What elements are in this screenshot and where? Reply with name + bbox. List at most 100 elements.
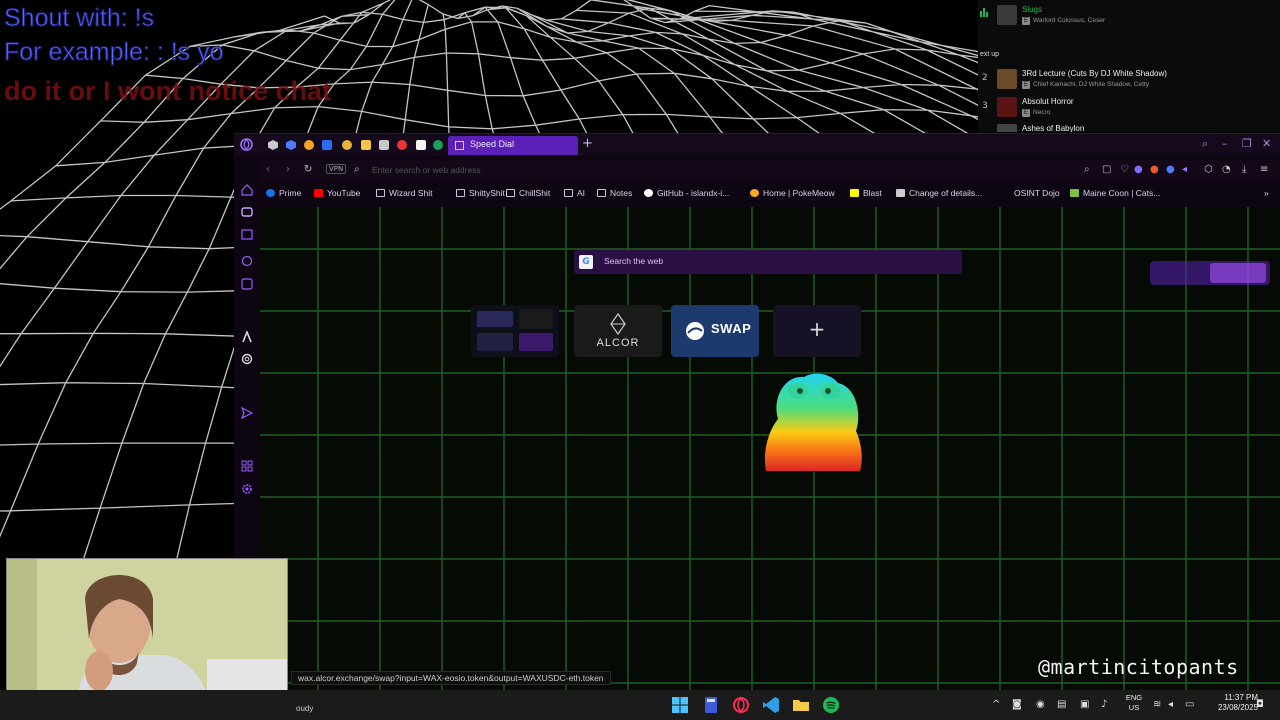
history-icon[interactable] xyxy=(241,255,253,267)
tray-app-icon[interactable]: ◉ xyxy=(1036,699,1045,710)
bookmark-label: Maine Coon | Cats... xyxy=(1083,188,1161,198)
battery-icon[interactable]: ▭ xyxy=(1185,699,1194,710)
speed-dial-tile-wallets[interactable] xyxy=(471,305,559,357)
notification-bell-icon[interactable]: ◘ xyxy=(1256,699,1264,710)
tab-speed-dial[interactable]: Speed Dial xyxy=(448,136,578,155)
bookmarks-bar: Prime YouTube Wizard Shit ShittyShit ChillSh… xyxy=(260,185,1280,203)
bookmark-item[interactable]: OSINT Dojo xyxy=(1014,188,1060,198)
home-icon[interactable] xyxy=(241,184,253,196)
opera-logo-icon[interactable] xyxy=(240,138,253,151)
maine-coon-icon xyxy=(1070,189,1079,197)
tray-overflow-chevron-icon[interactable]: ^ xyxy=(992,699,1000,710)
web-search-box[interactable]: G Search the web xyxy=(574,250,962,274)
extension-shield-icon[interactable]: ● xyxy=(1166,164,1175,175)
extension-metamask-icon[interactable]: ● xyxy=(1150,164,1159,175)
bookmarks-overflow-icon[interactable]: » xyxy=(1264,188,1269,198)
add-icon: + xyxy=(808,317,826,341)
queue-item[interactable]: Ashes of Babylon xyxy=(978,122,1280,132)
microphone-icon[interactable]: ♪ xyxy=(1101,699,1107,710)
tab-favicon-white-icon[interactable] xyxy=(416,140,426,150)
tab-favicon-yellow-icon[interactable] xyxy=(361,140,371,150)
tab-favicon-red-icon[interactable] xyxy=(397,140,407,150)
bookmark-item[interactable]: Blast xyxy=(850,188,882,198)
tab-favicon-pokemeow-icon[interactable] xyxy=(304,140,314,150)
windows-start-icon[interactable] xyxy=(671,696,689,714)
aria-icon[interactable] xyxy=(241,331,253,343)
queue-now-playing[interactable]: Slugs Warlord Colossus, Ceser xyxy=(978,3,1280,31)
bookmark-item[interactable]: ShittyShit xyxy=(456,188,505,198)
speed-dial-tile-alcor[interactable]: ALCOR xyxy=(574,305,662,357)
zoom-icon[interactable]: ⌕ xyxy=(1084,164,1090,175)
bookmark-label: ShittyShit xyxy=(469,188,505,198)
music-queue-panel: Slugs Warlord Colossus, Ceser ext up 2 3… xyxy=(978,0,1280,132)
spotify-icon[interactable] xyxy=(822,696,840,714)
bookmark-item[interactable]: YouTube xyxy=(314,188,360,198)
alcor-logo-icon xyxy=(610,313,626,335)
calculator-icon[interactable] xyxy=(702,696,720,714)
system-clock[interactable]: 11:37 PM 23/08/2025 xyxy=(1200,693,1258,713)
send-icon[interactable] xyxy=(241,407,253,419)
bookmark-item[interactable]: Change of details... xyxy=(896,188,982,198)
vscode-icon[interactable] xyxy=(762,696,780,714)
queue-item[interactable]: 3 Absolut Horror Necro xyxy=(978,95,1280,123)
chatgpt-icon[interactable] xyxy=(241,353,253,365)
bookmark-item[interactable]: Notes xyxy=(597,188,632,198)
extensions-puzzle-icon[interactable]: ⬡ xyxy=(1204,164,1213,175)
back-icon[interactable]: ‹ xyxy=(266,164,270,175)
wifi-icon[interactable]: ≋ xyxy=(1153,699,1161,710)
maximize-icon[interactable]: ❐ xyxy=(1242,137,1252,150)
new-tab-button[interactable]: + xyxy=(582,136,593,151)
bookmark-item[interactable]: Prime xyxy=(266,188,301,198)
bookmark-item[interactable]: GitHub - islandx-i... xyxy=(644,188,729,198)
bookmark-item[interactable]: Maine Coon | Cats... xyxy=(1070,188,1160,198)
minimize-icon[interactable]: – xyxy=(1222,137,1228,150)
bookmark-item[interactable]: Wizard Shit xyxy=(376,188,432,198)
tray-display-icon[interactable]: ▣ xyxy=(1080,699,1089,710)
snapshot-icon[interactable]: ▢ xyxy=(1102,164,1111,175)
extension-icon[interactable]: ● xyxy=(1134,164,1143,175)
bookmark-label: GitHub - islandx-i... xyxy=(657,188,730,198)
file-explorer-icon[interactable] xyxy=(792,696,810,714)
tab-favicon-green-icon[interactable] xyxy=(433,140,443,150)
profile-icon[interactable]: ◔ xyxy=(1222,164,1231,175)
tab-favicon-page-icon[interactable] xyxy=(379,140,389,150)
apps-grid-icon[interactable] xyxy=(241,460,253,472)
settings-gear-icon[interactable] xyxy=(241,483,253,495)
bookmark-item[interactable]: ChillShit xyxy=(506,188,550,198)
tray-discord-icon[interactable]: ◙ xyxy=(1012,699,1022,710)
album-art xyxy=(997,124,1017,132)
search-tabs-icon[interactable]: ⌕ xyxy=(1202,137,1208,151)
speaker-icon[interactable]: ◂ xyxy=(1182,164,1187,175)
close-icon[interactable]: ✕ xyxy=(1262,137,1271,150)
forward-icon[interactable]: › xyxy=(286,164,290,175)
tab-label: Speed Dial xyxy=(470,139,515,149)
tab-favicon-gold-icon[interactable] xyxy=(342,140,352,150)
tab-favicon-blue-icon[interactable] xyxy=(322,140,332,150)
track-title: Slugs xyxy=(1022,5,1043,14)
bookmark-item[interactable]: AI xyxy=(564,188,585,198)
download-icon[interactable]: ⤓ xyxy=(1242,164,1246,175)
bookmark-item[interactable]: Home | PokeMeow xyxy=(750,188,835,198)
gx-corner-icon[interactable] xyxy=(241,206,253,218)
vpn-badge[interactable]: VPN xyxy=(326,164,347,174)
speed-dial-add-button[interactable]: + xyxy=(773,305,861,357)
queue-item[interactable]: 2 3Rd Lecture (Cuts By DJ White Shadow) … xyxy=(978,67,1280,95)
volume-icon[interactable]: ◂ xyxy=(1168,699,1173,710)
language-indicator[interactable]: ENG US xyxy=(1122,693,1146,713)
youtube-icon xyxy=(314,189,323,197)
tab-favicon-cube-icon[interactable] xyxy=(268,140,278,150)
folder-icon xyxy=(376,189,385,197)
bookmark-icon[interactable]: ♡ xyxy=(1120,164,1129,175)
menu-icon[interactable]: ≡ xyxy=(1260,164,1268,175)
tray-app2-icon[interactable]: ▤ xyxy=(1057,699,1066,710)
speed-dial-tile-swap[interactable]: SWAP xyxy=(671,305,759,357)
address-input[interactable]: ⌕ Enter search or web address xyxy=(350,163,1000,179)
messenger-icon[interactable] xyxy=(241,278,253,290)
reload-icon[interactable]: ↻ xyxy=(304,164,312,175)
tab-favicon-hex-icon[interactable] xyxy=(286,140,296,150)
weather-widget[interactable]: oudy xyxy=(296,704,313,713)
opera-gx-icon[interactable] xyxy=(732,696,750,714)
address-bar: ‹ › ↻ VPN ⌕ Enter search or web address … xyxy=(260,160,1280,182)
track-title: Ashes of Babylon xyxy=(1022,124,1085,132)
twitch-icon[interactable] xyxy=(241,229,253,241)
